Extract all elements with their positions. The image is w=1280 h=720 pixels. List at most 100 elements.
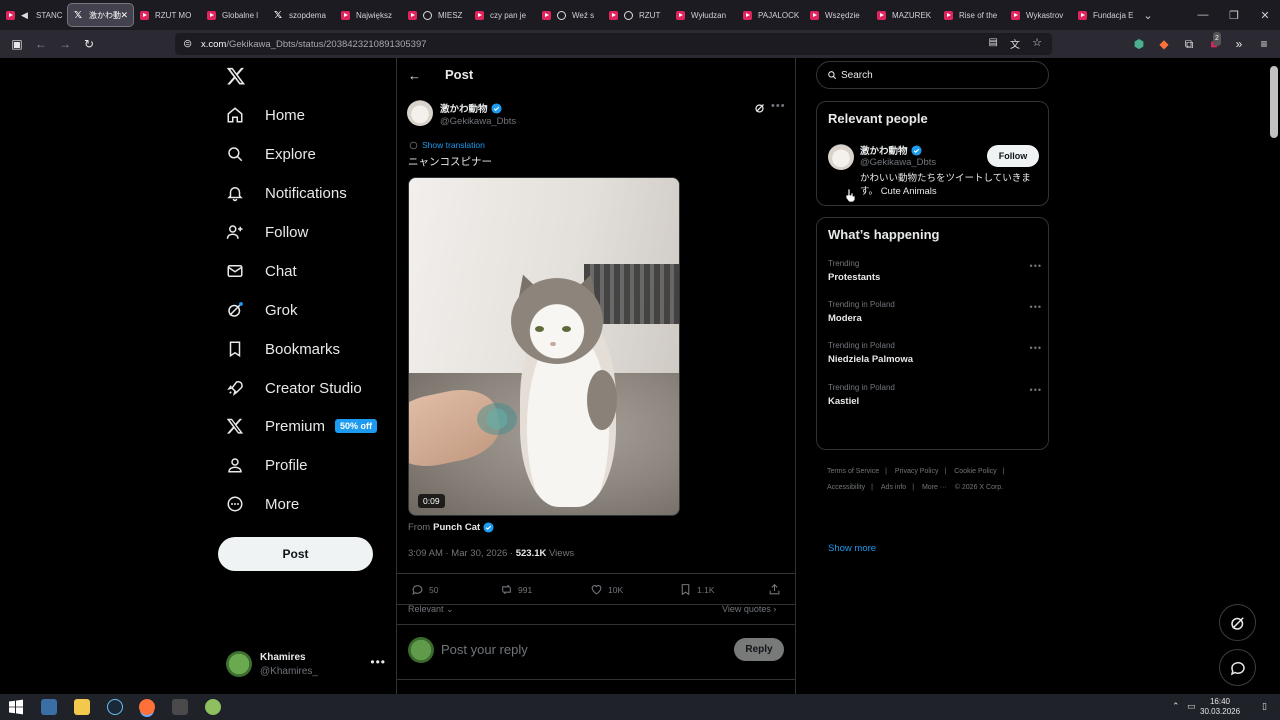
reload-icon[interactable]: ↻ [82, 37, 96, 51]
avatar[interactable] [828, 144, 854, 170]
trend-item[interactable]: Trending in Poland Modera ••• [828, 300, 1041, 330]
network-icon[interactable]: ▭ [1187, 701, 1196, 712]
scrollbar-thumb[interactable] [1270, 66, 1278, 138]
overflow-icon[interactable]: » [1232, 37, 1246, 51]
forward-icon[interactable]: → [58, 37, 72, 51]
tray-chevron-icon[interactable]: ⌃ [1172, 701, 1180, 712]
restore-icon[interactable]: ❐ [1219, 0, 1249, 30]
tab[interactable]: MIESZ [402, 3, 469, 27]
sidebar-item-home[interactable]: Home [226, 100, 305, 130]
site-info-icon[interactable]: ⊜ [183, 37, 192, 50]
fox-extension-icon[interactable]: ◆ [1157, 37, 1171, 51]
bookmark-action[interactable]: 1.1K [679, 583, 715, 596]
author-name[interactable]: 激かわ動物 [440, 101, 502, 115]
monitor-app-icon[interactable] [41, 699, 57, 715]
from-account-link[interactable]: Punch Cat [433, 522, 480, 533]
bookmark-star-icon[interactable]: ☆ [1032, 36, 1042, 49]
sidebar-item-creator-studio[interactable]: Creator Studio [226, 373, 362, 403]
view-quotes-link[interactable]: View quotes › [722, 604, 776, 614]
trend-item[interactable]: Trending in Poland Niedziela Palmowa ••• [828, 341, 1041, 371]
tab[interactable]: ◀ STANC [0, 3, 67, 27]
sidebar-item-notifications[interactable]: Notifications [226, 178, 347, 208]
close-window-icon[interactable]: ✕ [1250, 0, 1280, 30]
page-scrollbar[interactable] [1268, 58, 1280, 694]
trend-item[interactable]: Trending in Poland Kastiel ••• [828, 383, 1041, 413]
like-action[interactable]: 10K [590, 583, 623, 596]
reply-action[interactable]: 50 [411, 583, 438, 596]
more-dots-icon[interactable]: ••• [771, 100, 786, 112]
clock[interactable]: 16:40 30.03.2026 [1200, 697, 1240, 717]
reply-sort-dropdown[interactable]: Relevant ⌄ [408, 604, 454, 615]
tab[interactable]: Wyłudzan [670, 3, 737, 27]
shield-extension-icon[interactable]: ⬢ [1132, 37, 1146, 51]
more-dots-icon[interactable]: ••• [1030, 302, 1042, 312]
more-dots-icon[interactable]: ••• [370, 655, 386, 669]
notifications-icon[interactable]: ▯ [1262, 701, 1267, 712]
video-player[interactable]: 0:09 [408, 177, 680, 516]
footer-link[interactable]: Terms of Service [827, 468, 879, 475]
footer-link[interactable]: Privacy Policy [895, 468, 939, 475]
tab[interactable]: Fundacja E [1072, 3, 1139, 27]
grok-icon[interactable] [754, 102, 766, 114]
footer-link[interactable]: Accessibility [827, 484, 865, 491]
search-input[interactable]: Search [816, 61, 1049, 89]
trend-item[interactable]: Trending Protestants ••• [828, 259, 1041, 289]
tab[interactable]: RZUT [603, 3, 670, 27]
footer-link[interactable]: Ads info [881, 484, 906, 491]
tab-active[interactable]: 𝕏 激かわ動 ✕ [67, 3, 134, 27]
back-arrow-icon[interactable]: ← [408, 68, 421, 83]
share-action[interactable] [768, 583, 786, 596]
reply-button[interactable]: Reply [734, 638, 784, 661]
close-tab-icon[interactable]: ✕ [120, 10, 128, 21]
tab[interactable]: Rise of the [938, 3, 1005, 27]
reply-input[interactable]: Post your reply [441, 642, 528, 657]
sidebar-item-grok[interactable]: Grok [226, 295, 298, 325]
tab[interactable]: PAJALOCK [737, 3, 804, 27]
extensions-icon[interactable]: ⧉ [1182, 37, 1196, 51]
author-handle[interactable]: @Gekikawa_Dbts [440, 116, 516, 127]
grok-fab[interactable] [1219, 604, 1256, 641]
file-explorer-icon[interactable] [74, 699, 90, 715]
tab[interactable]: Wszędzie [804, 3, 871, 27]
tab[interactable]: Globalne l [201, 3, 268, 27]
show-translation-link[interactable]: Show translation [409, 140, 485, 150]
more-dots-icon[interactable]: ••• [1030, 385, 1042, 395]
footer-link[interactable]: Cookie Policy [954, 468, 996, 475]
tab[interactable]: czy pan je [469, 3, 536, 27]
footer-link[interactable]: More ··· [922, 484, 947, 491]
show-more-link[interactable]: Show more [828, 543, 876, 554]
chat-fab[interactable] [1219, 649, 1256, 686]
reader-view-icon[interactable]: ▤ [989, 37, 998, 48]
back-icon[interactable]: ← [34, 37, 48, 51]
sidebar-item-premium[interactable]: Premium 50% off [226, 411, 378, 441]
app-icon[interactable] [205, 699, 221, 715]
tab[interactable]: RZUT MO [134, 3, 201, 27]
sidebar-item-follow[interactable]: Follow [226, 217, 308, 247]
firefox-icon[interactable] [139, 699, 155, 715]
sidebar-item-more[interactable]: More [226, 489, 299, 519]
x-logo-icon[interactable] [226, 66, 246, 86]
tab[interactable]: 𝕏szopdema [268, 3, 335, 27]
avatar[interactable] [407, 100, 433, 126]
account-switcher[interactable]: Khamires @Khamires_ ••• [226, 647, 386, 681]
tab[interactable]: Weź s [536, 3, 603, 27]
sidebar-toggle-icon[interactable]: ▣ [10, 37, 24, 51]
tab[interactable]: MAZUREK [871, 3, 938, 27]
post-button[interactable]: Post [218, 537, 373, 571]
more-dots-icon[interactable]: ••• [1030, 261, 1042, 271]
start-menu-icon[interactable] [8, 699, 24, 715]
address-bar[interactable]: ⊜ x.com/Gekikawa_Dbts/status/20384232108… [175, 33, 1052, 55]
post-timestamp[interactable]: 3:09 AM · Mar 30, 2026 · [408, 548, 516, 559]
tab-list-chevron-icon[interactable]: ⌄ [1133, 0, 1163, 30]
translate-icon[interactable]: 文 [1010, 36, 1020, 51]
person-name[interactable]: 激かわ動物 [860, 143, 922, 157]
sidebar-item-profile[interactable]: Profile [226, 450, 308, 480]
minimize-icon[interactable]: — [1188, 0, 1218, 30]
more-dots-icon[interactable]: ••• [1030, 343, 1042, 353]
tab[interactable]: Największ [335, 3, 402, 27]
menu-icon[interactable]: ≡ [1257, 37, 1271, 51]
sidebar-item-explore[interactable]: Explore [226, 139, 316, 169]
sidebar-item-bookmarks[interactable]: Bookmarks [226, 334, 340, 364]
steam-icon[interactable] [107, 699, 123, 715]
person-handle[interactable]: @Gekikawa_Dbts [860, 157, 936, 168]
